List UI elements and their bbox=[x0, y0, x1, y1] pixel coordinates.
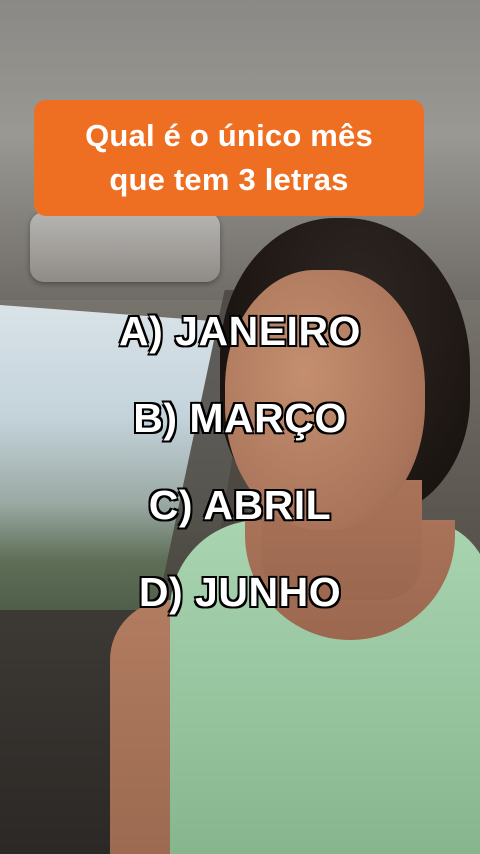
option-b: B) MARÇO bbox=[132, 394, 347, 442]
video-frame: Qual é o único mês que tem 3 letras A) J… bbox=[0, 0, 480, 854]
question-line-2: que tem 3 letras bbox=[109, 162, 349, 197]
question-banner: Qual é o único mês que tem 3 letras bbox=[34, 100, 424, 216]
question-line-1: Qual é o único mês bbox=[85, 118, 373, 153]
sun-visor-mirror bbox=[30, 212, 220, 282]
option-d: D) JUNHO bbox=[138, 568, 342, 616]
option-c: C) ABRIL bbox=[148, 481, 332, 529]
option-a: A) JANEIRO bbox=[118, 307, 361, 355]
